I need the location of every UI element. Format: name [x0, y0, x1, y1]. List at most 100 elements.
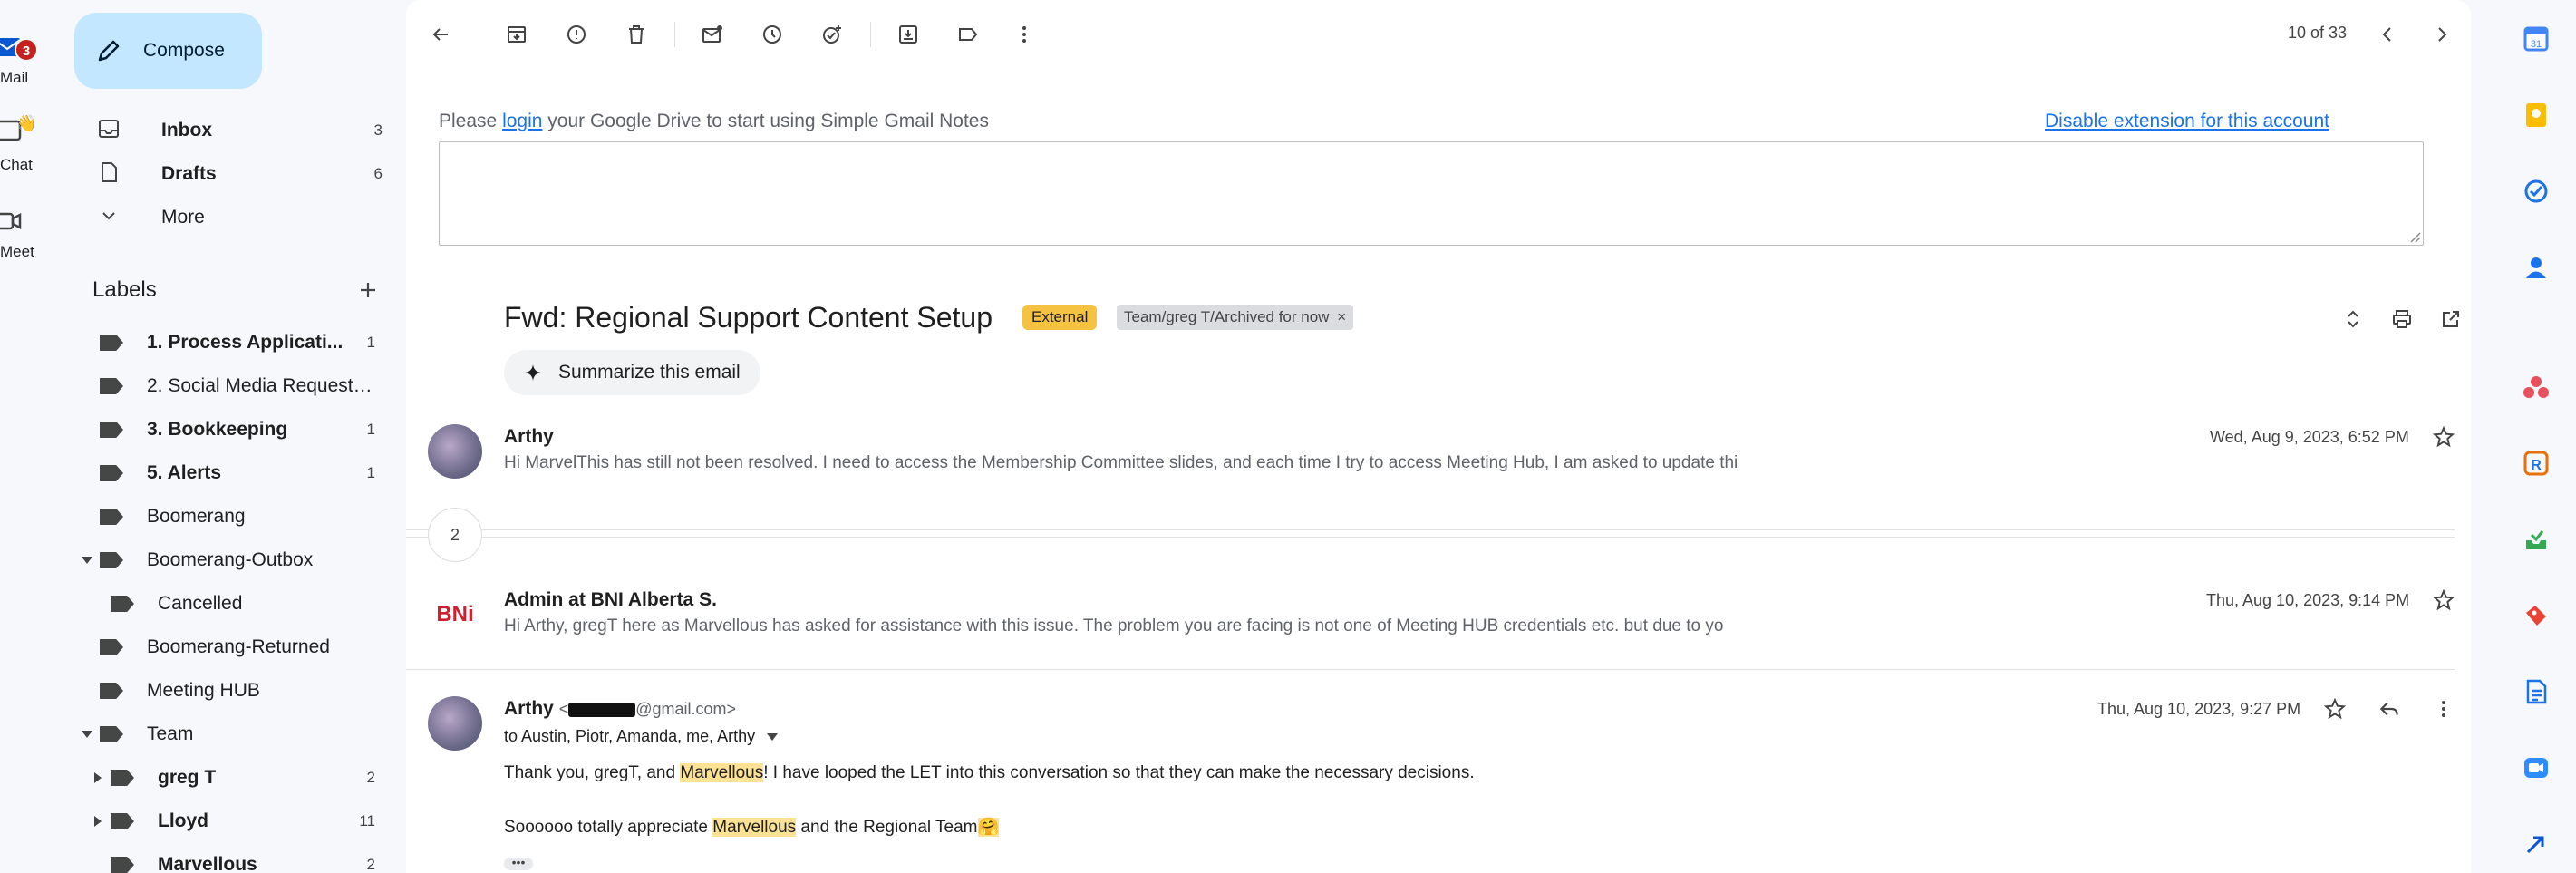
back-button[interactable] — [426, 20, 455, 49]
star-button[interactable] — [2429, 586, 2458, 615]
forms-icon[interactable] — [2523, 678, 2550, 705]
report-spam-button[interactable] — [562, 20, 591, 49]
label-count: 1 — [366, 464, 375, 481]
star-button[interactable] — [2429, 422, 2458, 451]
keep-icon[interactable] — [2523, 102, 2550, 129]
rail-meet[interactable]: Meet — [0, 194, 60, 267]
label-name: 2. Social Media Requests... — [147, 375, 373, 396]
rail-mail[interactable]: 3 Mail — [0, 20, 60, 92]
clock-icon — [763, 25, 781, 44]
labels-button[interactable] — [954, 20, 983, 49]
notes-prefix: Please — [439, 111, 498, 131]
summarize-button[interactable]: Summarize this email — [504, 350, 760, 395]
arrow-addon-icon[interactable] — [2523, 830, 2550, 858]
notes-login-link[interactable]: login — [502, 111, 542, 131]
star-icon — [2432, 588, 2455, 611]
nav-item-label: Drafts — [161, 163, 217, 184]
nav-item-label: More — [161, 207, 205, 228]
recipients-details-icon[interactable] — [767, 733, 779, 742]
labels-title: Labels — [92, 277, 157, 302]
delete-button[interactable] — [622, 20, 651, 49]
expand-caret-icon[interactable] — [94, 816, 102, 827]
notes-textarea[interactable] — [439, 141, 2424, 246]
svg-text:31: 31 — [2531, 39, 2542, 50]
mark-unread-button[interactable] — [698, 20, 727, 49]
add-task-icon — [823, 25, 841, 44]
label-item[interactable]: Boomerang — [74, 497, 383, 537]
newer-button[interactable] — [2373, 20, 2402, 49]
label-item[interactable]: Lloyd 11 — [74, 801, 383, 841]
mail-unread-badge: 3 — [15, 38, 38, 62]
expand-all-button[interactable] — [2339, 305, 2368, 334]
label-item[interactable]: Boomerang-Returned — [74, 627, 383, 667]
svg-text:R: R — [2531, 458, 2542, 473]
move-to-icon — [899, 25, 917, 44]
expand-caret-icon[interactable] — [94, 772, 102, 783]
reply-button[interactable] — [2375, 694, 2404, 723]
rail-mail-label: Mail — [0, 69, 29, 86]
rail-chat[interactable]: 👋 Chat — [0, 107, 60, 179]
archive-button[interactable] — [502, 20, 531, 49]
printer-icon — [2393, 310, 2411, 328]
label-item[interactable]: Boomerang-Outbox — [74, 540, 383, 580]
disable-extension-link[interactable]: Disable extension for this account — [2045, 111, 2329, 132]
chat-icon: 👋 — [0, 114, 36, 141]
rail-meet-label: Meet — [0, 243, 34, 260]
collapse-caret-icon[interactable] — [82, 557, 92, 564]
avatar — [428, 696, 482, 751]
compose-button[interactable]: Compose — [74, 13, 262, 89]
move-to-button[interactable] — [894, 20, 923, 49]
notes-suffix: your Google Drive to start using Simple … — [547, 111, 989, 131]
label-item[interactable]: 2. Social Media Requests... — [74, 366, 383, 406]
print-button[interactable] — [2387, 305, 2416, 334]
message-collapsed[interactable]: BNi Admin at BNI Alberta S. Hi Arthy, gr… — [406, 580, 2471, 671]
more-vert-icon — [2442, 701, 2445, 717]
label-item[interactable]: Team — [74, 714, 383, 754]
inbox-addon-icon[interactable] — [2523, 526, 2550, 553]
app-r-icon[interactable]: R — [2523, 450, 2550, 477]
collapsed-divider — [406, 537, 2455, 538]
star-icon — [2432, 425, 2455, 448]
label-name: Boomerang — [147, 506, 246, 527]
calendar-icon[interactable]: 31 — [2523, 25, 2550, 53]
label-item[interactable]: greg T 2 — [74, 758, 383, 798]
label-tag-icon — [100, 639, 123, 655]
tag-addon-icon[interactable] — [2523, 602, 2550, 629]
older-button[interactable] — [2427, 20, 2456, 49]
label-chip[interactable]: Team/greg T/Archived for now × — [1117, 305, 1354, 330]
collapsed-messages-count[interactable]: 2 — [428, 508, 482, 562]
more-options-button[interactable] — [1010, 20, 1039, 49]
highlighted-name: Marvellous — [712, 818, 797, 837]
zoom-icon[interactable] — [2523, 754, 2550, 781]
sender-email: < @gmail.com> — [559, 700, 736, 718]
label-item[interactable]: Meeting HUB — [74, 671, 383, 711]
resize-handle-icon[interactable] — [2408, 230, 2421, 243]
label-item[interactable]: Marvellous 2 — [74, 845, 383, 873]
message-more-button[interactable] — [2429, 694, 2458, 723]
message-collapsed[interactable]: Arthy Hi MarvelThis has still not been r… — [406, 417, 2471, 526]
remove-label-icon[interactable]: × — [1337, 308, 1346, 325]
snooze-button[interactable] — [758, 20, 787, 49]
open-new-window-button[interactable] — [2436, 305, 2465, 334]
contacts-icon[interactable] — [2523, 254, 2550, 281]
asana-icon[interactable] — [2523, 373, 2550, 401]
nav-item-drafts[interactable]: Drafts 6 — [74, 154, 383, 194]
nav-item-count: 6 — [373, 165, 383, 182]
tasks-icon[interactable] — [2523, 178, 2550, 205]
hug-emoji: 🤗 — [977, 818, 1000, 837]
add-to-tasks-button[interactable] — [818, 20, 847, 49]
label-item[interactable]: 5. Alerts 1 — [74, 453, 383, 493]
add-label-icon[interactable] — [357, 279, 379, 301]
label-item[interactable]: 3. Bookkeeping 1 — [74, 410, 383, 450]
nav-item-inbox[interactable]: Inbox 3 — [74, 111, 383, 150]
label-item[interactable]: 1. Process Applicati... 1 — [74, 323, 383, 363]
collapse-caret-icon[interactable] — [82, 731, 92, 738]
chevron-right-icon — [2438, 27, 2447, 42]
show-trimmed-content-button[interactable]: ••• — [504, 856, 533, 870]
nav-item-more[interactable]: More — [74, 198, 383, 238]
message-expanded: Arthy < @gmail.com> to Austin, Piotr, Ama… — [406, 689, 2471, 873]
label-item[interactable]: Cancelled — [74, 584, 383, 624]
star-button[interactable] — [2320, 694, 2349, 723]
pagination-text: 10 of 33 — [2288, 24, 2348, 42]
recipients-line[interactable]: to Austin, Piotr, Amanda, me, Arthy — [504, 727, 779, 746]
